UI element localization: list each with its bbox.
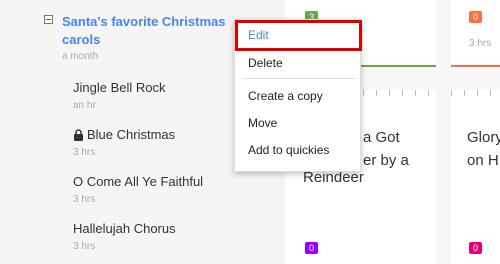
list-item[interactable]: Hallelujah Chorus 3 hrs bbox=[73, 221, 253, 252]
card[interactable]: Glory on H 0 bbox=[451, 90, 500, 264]
card-text-line: on H bbox=[467, 152, 499, 169]
list-item-title: Hallelujah Chorus bbox=[73, 221, 176, 236]
card-badge: 0 bbox=[469, 242, 482, 254]
lock-icon bbox=[74, 129, 83, 141]
menu-item-add-to-quickies[interactable]: Add to quickies bbox=[235, 138, 360, 162]
context-menu: Edit Delete Create a copy Move Add to qu… bbox=[234, 19, 362, 172]
menu-item-move[interactable]: Move bbox=[235, 111, 360, 135]
card-badge: 0 bbox=[469, 11, 482, 23]
list-item-title: Jingle Bell Rock bbox=[73, 80, 166, 95]
card-badge: 0 bbox=[305, 242, 318, 254]
card-text-line: a Got bbox=[363, 129, 400, 146]
list-item[interactable]: Blue Christmas 3 hrs bbox=[73, 127, 253, 158]
list-item-time: 3 hrs bbox=[73, 241, 96, 252]
list-item-time: 3 hrs bbox=[73, 194, 96, 205]
list-item[interactable]: Jingle Bell Rock an hr bbox=[73, 80, 253, 111]
list-item-title-row: Blue Christmas bbox=[73, 127, 253, 143]
menu-item-create-copy[interactable]: Create a copy bbox=[235, 84, 360, 108]
list-item-time: 3 hrs bbox=[73, 147, 96, 158]
menu-divider bbox=[242, 78, 355, 79]
collapse-icon[interactable] bbox=[44, 15, 53, 24]
list-item[interactable]: O Come All Ye Faithful 3 hrs bbox=[73, 174, 253, 205]
edit-highlight-box bbox=[235, 20, 362, 51]
list-item-title: Blue Christmas bbox=[87, 127, 176, 142]
card-ruler bbox=[451, 90, 500, 96]
list-item-title: O Come All Ye Faithful bbox=[73, 174, 204, 189]
menu-item-delete[interactable]: Delete bbox=[235, 51, 360, 75]
parent-list-title[interactable]: Santa's favorite Christmas carols bbox=[62, 13, 237, 49]
list-item-time: an hr bbox=[73, 100, 96, 111]
parent-list-time: a month bbox=[62, 51, 99, 62]
card[interactable]: 0 3 hrs bbox=[451, 0, 500, 67]
card-text-line: Glory bbox=[467, 129, 500, 146]
card-text-line: er by a bbox=[363, 152, 409, 169]
card-meta: 3 hrs bbox=[469, 38, 492, 49]
